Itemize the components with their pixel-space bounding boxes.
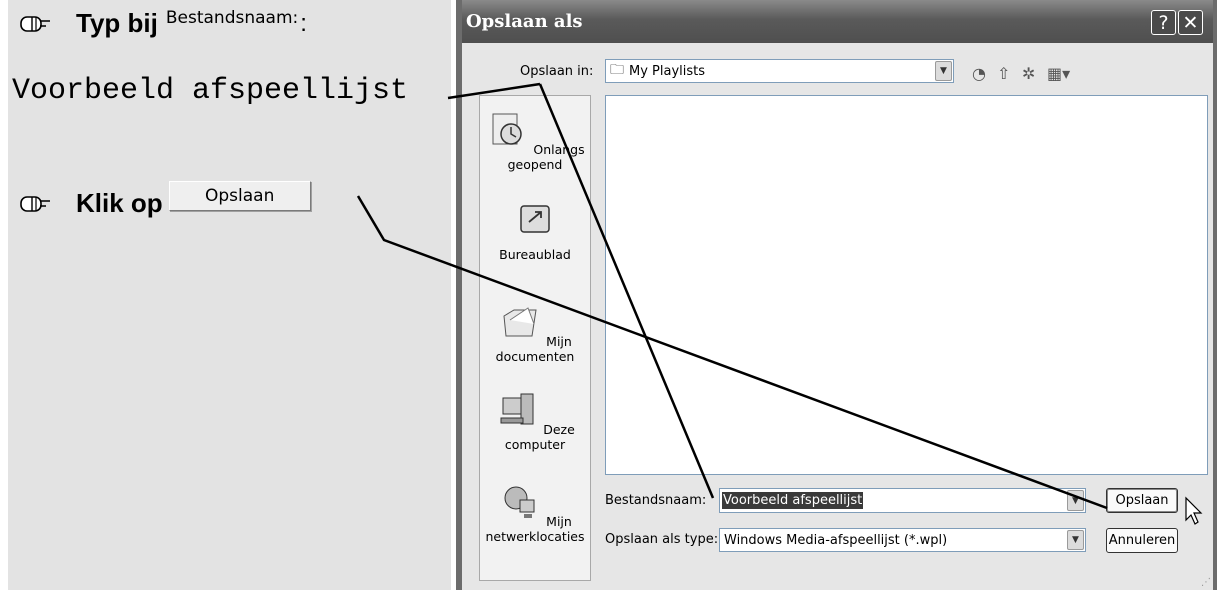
up-folder-icon[interactable]: ⇧ xyxy=(997,64,1010,83)
chevron-down-icon: ▼ xyxy=(1067,530,1084,550)
save-in-dropdown[interactable]: 🗀 My Playlists ▼ xyxy=(605,59,954,83)
close-icon: ✕ xyxy=(1182,11,1199,34)
save-button-reference: Opslaan xyxy=(168,180,311,211)
typed-filename-example: Voorbeeld afspeellijst xyxy=(12,74,409,108)
dialog-title-bar[interactable]: Opslaan als ? ✕ xyxy=(462,0,1213,43)
help-icon: ? xyxy=(1158,11,1169,34)
save-as-dialog: Opslaan als ? ✕ Opslaan in: 🗀 My Playlis… xyxy=(456,0,1217,590)
chevron-down-icon[interactable]: ▼ xyxy=(1067,490,1084,511)
instruction-panel: Typ bij Bestandsnaam: : Voorbeeld afspee… xyxy=(8,0,451,590)
filetype-label: Opslaan als type: xyxy=(605,532,719,547)
network-places-icon xyxy=(504,486,535,518)
file-list[interactable] xyxy=(605,95,1208,475)
help-button[interactable]: ? xyxy=(1151,10,1176,35)
field-label-reference: Bestandsnaam: xyxy=(165,7,299,28)
place-desktop[interactable]: Bureaublad xyxy=(480,200,590,262)
place-recent[interactable]: Onlangs geopend xyxy=(480,110,590,172)
save-button[interactable]: Opslaan xyxy=(1106,488,1178,513)
place-network[interactable]: Mijn netwerklocaties xyxy=(480,482,590,544)
places-bar: Onlangs geopend Bureaublad Mijn document… xyxy=(479,95,591,581)
recent-icon xyxy=(492,113,523,145)
step-1-colon: : xyxy=(300,9,307,37)
my-computer-icon xyxy=(500,393,534,425)
dialog-title: Opslaan als xyxy=(466,11,583,32)
my-documents-icon xyxy=(503,307,537,337)
views-menu-icon[interactable]: ▦▾ xyxy=(1047,64,1070,83)
new-folder-icon[interactable]: ✲ xyxy=(1022,64,1035,83)
folder-icon: 🗀 xyxy=(610,62,624,78)
chevron-down-icon: ▼ xyxy=(935,61,952,81)
filename-value: Voorbeeld afspeellijst xyxy=(722,492,864,509)
place-my-documents[interactable]: Mijn documenten xyxy=(480,302,590,364)
save-in-value: My Playlists xyxy=(629,63,706,79)
close-button[interactable]: ✕ xyxy=(1178,10,1203,35)
pointing-hand-icon xyxy=(20,195,50,212)
filetype-dropdown[interactable]: Windows Media-afspeellijst (*.wpl) ▼ xyxy=(719,528,1086,552)
filetype-value: Windows Media-afspeellijst (*.wpl) xyxy=(724,532,948,548)
place-my-computer[interactable]: Deze computer xyxy=(480,390,590,452)
panel-divider xyxy=(451,0,454,590)
instruction-step-2: Klik op Opslaan xyxy=(20,180,311,219)
resize-grip-icon[interactable]: ⋰ xyxy=(1201,577,1211,588)
desktop-icon xyxy=(520,205,550,233)
step-2-action: Klik op xyxy=(76,188,163,218)
filename-label: Bestandsnaam: xyxy=(605,493,707,508)
cancel-button[interactable]: Annuleren xyxy=(1106,528,1178,553)
instruction-step-1: Typ bij Bestandsnaam: : xyxy=(20,8,307,39)
filename-input[interactable]: Voorbeeld afspeellijst ▼ xyxy=(719,488,1086,513)
place-label: Bureaublad xyxy=(499,247,571,262)
pointing-hand-icon xyxy=(20,15,50,32)
step-1-action: Typ bij xyxy=(76,8,158,38)
save-in-label: Opslaan in: xyxy=(520,64,594,79)
back-icon[interactable]: ◔ xyxy=(972,64,986,83)
